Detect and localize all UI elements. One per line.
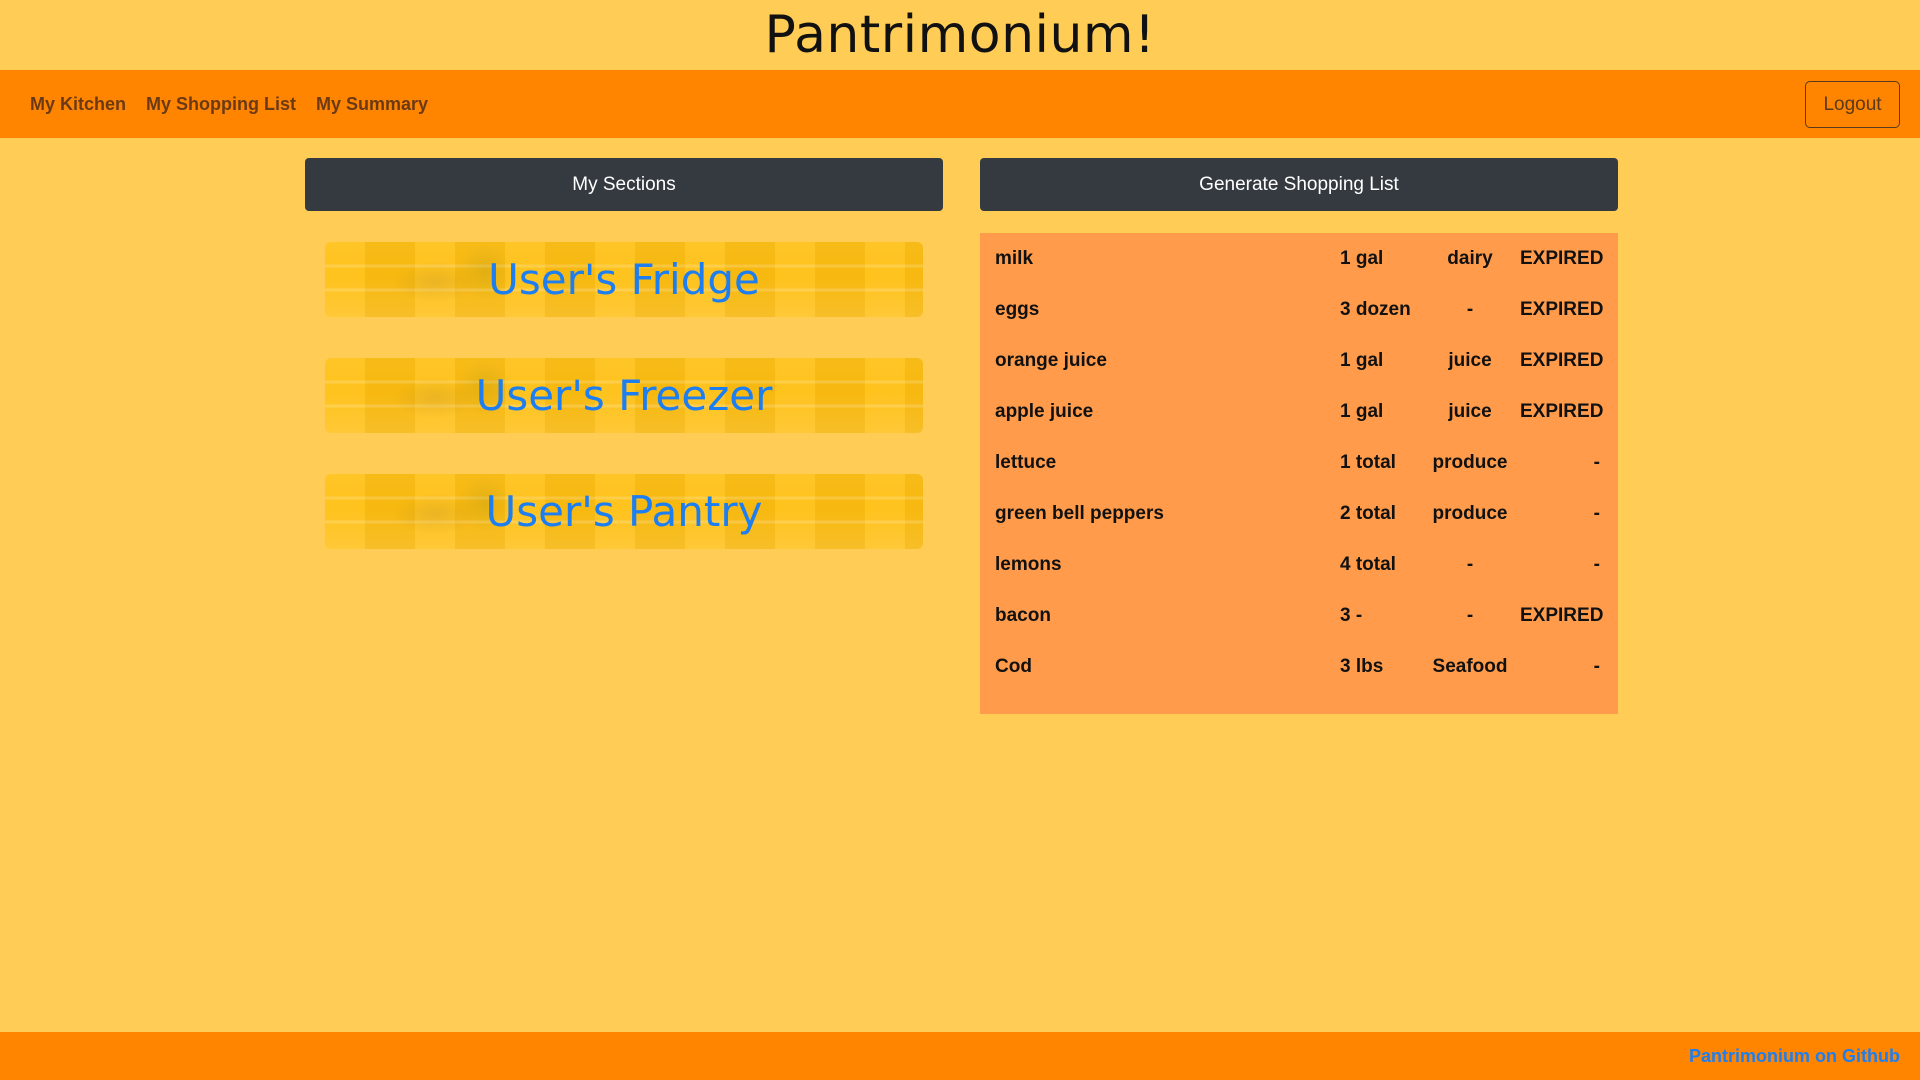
item-category: - (1466, 299, 1474, 320)
shopping-column: Generate Shopping List milk 1 gal dairy … (980, 158, 1618, 714)
section-list: User's Fridge User's Freezer User's Pant… (305, 242, 943, 549)
item-name: lemons (995, 554, 1062, 575)
item-category: Seafood (1432, 656, 1508, 677)
item-status: EXPIRED (1520, 350, 1604, 371)
item-name: apple juice (995, 401, 1094, 422)
item-category: produce (1432, 503, 1508, 524)
item-name: bacon (995, 605, 1051, 626)
item-category: juice (1448, 350, 1492, 371)
item-quantity: 3 lbs (1340, 656, 1384, 677)
github-link[interactable]: Pantrimonium on Github (1689, 1046, 1900, 1067)
list-row: Cod 3 lbs Seafood - (995, 653, 1603, 704)
item-name: Cod (995, 656, 1032, 677)
item-status: - (1593, 452, 1600, 473)
list-row: apple juice 1 gal juice EXPIRED (995, 398, 1603, 449)
nav-links: My Kitchen My Shopping List My Summary (30, 94, 428, 115)
footer: Pantrimonium on Github (0, 1032, 1920, 1080)
navbar: My Kitchen My Shopping List My Summary L… (0, 70, 1920, 138)
item-quantity: 4 total (1340, 554, 1396, 575)
logout-button[interactable]: Logout (1805, 81, 1900, 128)
item-status: - (1593, 656, 1600, 677)
item-status: EXPIRED (1520, 248, 1604, 269)
item-name: lettuce (995, 452, 1057, 473)
list-row: lettuce 1 total produce - (995, 449, 1603, 500)
item-name: eggs (995, 299, 1040, 320)
site-title: Pantrimonium! (764, 5, 1156, 65)
nav-link-my-kitchen[interactable]: My Kitchen (30, 94, 126, 115)
section-card-pantry[interactable]: User's Pantry (325, 474, 923, 549)
nav-link-my-summary[interactable]: My Summary (316, 94, 428, 115)
item-quantity: 3 - (1340, 605, 1363, 626)
section-label[interactable]: User's Freezer (476, 371, 773, 420)
item-name: green bell peppers (995, 503, 1164, 524)
item-quantity: 1 gal (1340, 350, 1384, 371)
item-name: milk (995, 248, 1034, 269)
item-category: produce (1432, 452, 1508, 473)
list-row: lemons 4 total - - (995, 551, 1603, 602)
shopping-list-table: milk 1 gal dairy EXPIRED eggs 3 dozen - … (980, 233, 1618, 714)
item-category: - (1466, 605, 1474, 626)
item-status: - (1593, 503, 1600, 524)
section-label[interactable]: User's Fridge (488, 255, 760, 304)
item-quantity: 1 total (1340, 452, 1396, 473)
list-row: green bell peppers 2 total produce - (995, 500, 1603, 551)
item-quantity: 3 dozen (1340, 299, 1411, 320)
list-row: milk 1 gal dairy EXPIRED (995, 245, 1603, 296)
item-quantity: 1 gal (1340, 248, 1384, 269)
item-status: EXPIRED (1520, 299, 1604, 320)
item-status: EXPIRED (1520, 401, 1604, 422)
section-label[interactable]: User's Pantry (486, 487, 763, 536)
section-card-freezer[interactable]: User's Freezer (325, 358, 923, 433)
item-category: - (1466, 554, 1474, 575)
item-status: - (1593, 554, 1600, 575)
section-card-fridge[interactable]: User's Fridge (325, 242, 923, 317)
list-row: eggs 3 dozen - EXPIRED (995, 296, 1603, 347)
list-row: orange juice 1 gal juice EXPIRED (995, 347, 1603, 398)
sections-column: My Sections User's Fridge User's Freezer… (305, 158, 943, 590)
item-name: orange juice (995, 350, 1107, 371)
item-quantity: 1 gal (1340, 401, 1384, 422)
item-status: EXPIRED (1520, 605, 1604, 626)
item-category: dairy (1447, 248, 1493, 269)
generate-shopping-list-button[interactable]: Generate Shopping List (980, 158, 1618, 211)
item-quantity: 2 total (1340, 503, 1396, 524)
item-category: juice (1448, 401, 1492, 422)
my-sections-button[interactable]: My Sections (305, 158, 943, 211)
nav-link-my-shopping-list[interactable]: My Shopping List (146, 94, 296, 115)
list-row: bacon 3 - - EXPIRED (995, 602, 1603, 653)
